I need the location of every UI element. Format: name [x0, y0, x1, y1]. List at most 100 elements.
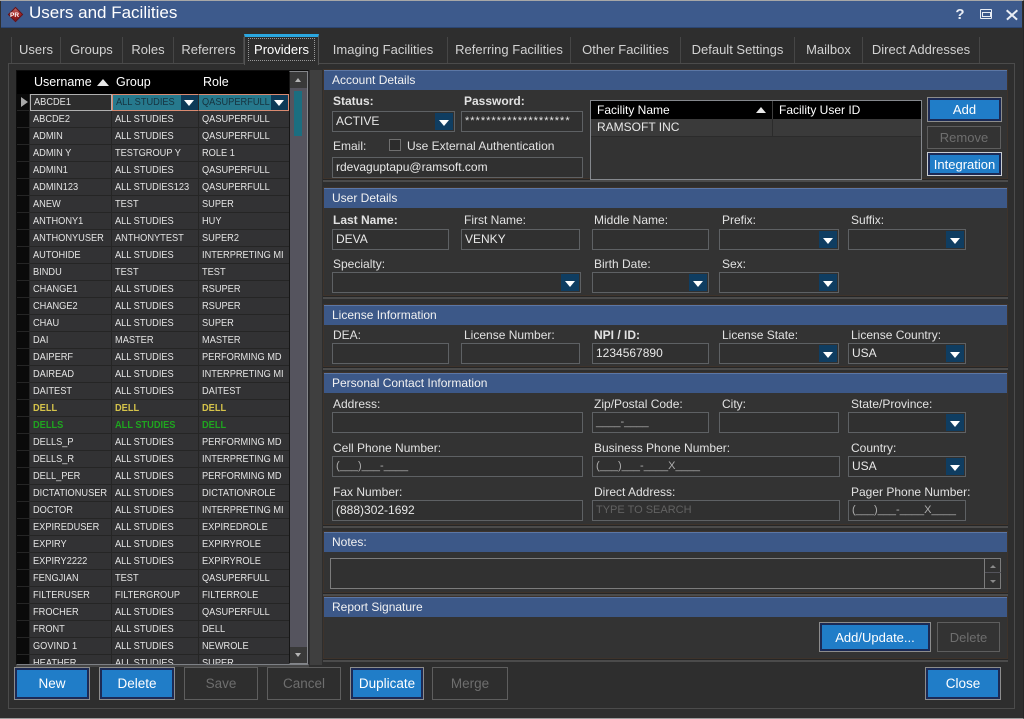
cell-username[interactable]: DICTATIONUSER [30, 485, 112, 502]
notes-scrollbar[interactable] [984, 559, 1000, 588]
cell-role[interactable]: INTERPRETING MI [199, 247, 289, 264]
table-row[interactable]: FRONT ALL STUDIES DELL [17, 621, 289, 638]
cell-role[interactable]: PERFORMING MD [199, 434, 289, 451]
city-field[interactable] [719, 412, 839, 433]
table-row[interactable]: ABCDE2 ALL STUDIES QASUPERFULL [17, 111, 289, 128]
new-button[interactable]: New [14, 667, 90, 700]
table-row[interactable]: DELLS_P ALL STUDIES PERFORMING MD [17, 434, 289, 451]
cell-username[interactable]: FENGJIAN [30, 570, 112, 587]
cell-role[interactable]: DELL [199, 400, 289, 417]
cell-role[interactable]: QASUPERFULL [199, 94, 289, 111]
license-country-combobox[interactable]: USA [848, 343, 966, 364]
direct-address-field[interactable]: TYPE TO SEARCH [592, 500, 840, 521]
cell-username[interactable]: GOVIND 1 [30, 638, 112, 655]
cell-group[interactable]: ALL STUDIES [112, 315, 199, 332]
column-header-username[interactable]: Username [30, 71, 112, 94]
cell-username[interactable]: FROCHER [30, 604, 112, 621]
add-facility-button[interactable]: Add [927, 97, 1002, 122]
cell-username[interactable]: AUTOHIDE [30, 247, 112, 264]
cell-username[interactable]: EXPIRY [30, 536, 112, 553]
specialty-combo-arrow-icon[interactable] [561, 274, 579, 291]
cell-group[interactable]: ALL STUDIES [112, 519, 199, 536]
table-row[interactable]: DELL DELL DELL [17, 400, 289, 417]
last-name-field[interactable]: DEVA [332, 229, 449, 250]
status-combobox[interactable]: ACTIVE [332, 111, 455, 132]
table-row[interactable]: DAI MASTER MASTER [17, 332, 289, 349]
duplicate-button[interactable]: Duplicate [350, 667, 424, 700]
cell-role[interactable]: RSUPER [199, 298, 289, 315]
close-button[interactable]: Close [925, 667, 1001, 700]
cell-role[interactable]: SUPER [199, 655, 289, 665]
role-combo-arrow-icon[interactable] [271, 95, 288, 110]
license-state-combobox[interactable] [719, 343, 839, 364]
suffix-combo-arrow-icon[interactable] [946, 231, 964, 248]
table-row[interactable]: CHANGE2 ALL STUDIES RSUPER [17, 298, 289, 315]
cell-group[interactable]: ALL STUDIES [112, 655, 199, 665]
cell-role[interactable]: QASUPERFULL [199, 570, 289, 587]
table-row[interactable]: ANEW TEST SUPER [17, 196, 289, 213]
cell-group[interactable]: ALL STUDIES123 [112, 179, 199, 196]
table-row[interactable]: ADMIN ALL STUDIES QASUPERFULL [17, 128, 289, 145]
cell-role[interactable]: DELL [199, 417, 289, 434]
cell-group[interactable]: TESTGROUP Y [112, 145, 199, 162]
facility-user-id-column-header[interactable]: Facility User ID [772, 101, 921, 119]
cell-group[interactable]: ALL STUDIES [112, 281, 199, 298]
suffix-combobox[interactable] [848, 229, 966, 250]
table-row[interactable]: ADMIN1 ALL STUDIES QASUPERFULL [17, 162, 289, 179]
scrollbar-down-button[interactable] [290, 647, 307, 663]
cell-phone-field[interactable]: (___)___-____ [332, 456, 583, 477]
cell-group[interactable]: TEST [112, 196, 199, 213]
tab-other-facilities[interactable]: Other Facilities [571, 37, 681, 63]
cell-username[interactable]: ANTHONYUSER [30, 230, 112, 247]
cell-username[interactable]: DELLS_P [30, 434, 112, 451]
cell-role[interactable]: QASUPERFULL [199, 604, 289, 621]
delete-button[interactable]: Delete [99, 667, 175, 700]
cell-username[interactable]: CHANGE1 [30, 281, 112, 298]
table-row[interactable]: FILTERUSER FILTERGROUP FILTERROLE [17, 587, 289, 604]
table-row[interactable]: HEATHER ALL STUDIES SUPER [17, 655, 289, 665]
state-province-combo-arrow-icon[interactable] [946, 414, 964, 431]
tab-users[interactable]: Users [11, 37, 61, 63]
scrollbar-thumb[interactable] [294, 91, 302, 136]
status-combo-arrow-icon[interactable] [435, 113, 453, 130]
table-row[interactable]: ANTHONY1 ALL STUDIES HUY [17, 213, 289, 230]
birth-date-combobox[interactable] [592, 272, 709, 293]
cell-role[interactable]: PERFORMING MD [199, 349, 289, 366]
cell-role[interactable]: INTERPRETING MI [199, 366, 289, 383]
facility-user-id-cell[interactable] [772, 119, 921, 136]
tab-mailbox[interactable]: Mailbox [795, 37, 863, 63]
close-window-button[interactable] [999, 1, 1024, 27]
cell-role[interactable]: QASUPERFULL [199, 111, 289, 128]
fax-field[interactable]: (888)302-1692 [332, 500, 583, 521]
integration-button[interactable]: Integration [927, 152, 1002, 176]
external-auth-checkbox[interactable] [389, 139, 401, 151]
cell-username[interactable]: DAI [30, 332, 112, 349]
cell-group[interactable]: ALL STUDIES [112, 604, 199, 621]
cell-role[interactable]: INTERPRETING MI [199, 451, 289, 468]
middle-name-field[interactable] [592, 229, 709, 250]
cell-username[interactable]: EXPIRY2222 [30, 553, 112, 570]
cell-username[interactable]: DAITEST [30, 383, 112, 400]
dea-field[interactable] [332, 343, 449, 364]
cell-username[interactable]: DOCTOR [30, 502, 112, 519]
cancel-button[interactable]: Cancel [267, 667, 341, 700]
facility-name-cell[interactable]: RAMSOFT INC [591, 119, 772, 136]
cell-group[interactable]: ALL STUDIES [112, 417, 199, 434]
cell-role[interactable]: QASUPERFULL [199, 179, 289, 196]
cell-group[interactable]: ALL STUDIES [112, 349, 199, 366]
npi-field[interactable]: 1234567890 [592, 343, 709, 364]
prefix-combo-arrow-icon[interactable] [819, 231, 837, 248]
cell-role[interactable]: EXPIRYROLE [199, 553, 289, 570]
tab-referring-facilities[interactable]: Referring Facilities [448, 37, 571, 63]
cell-username[interactable]: BINDU [30, 264, 112, 281]
cell-group[interactable]: MASTER [112, 332, 199, 349]
cell-role[interactable]: QASUPERFULL [199, 128, 289, 145]
notes-textarea[interactable] [330, 558, 1001, 589]
table-row[interactable]: DICTATIONUSER ALL STUDIES DICTATIONROLE [17, 485, 289, 502]
country-combobox[interactable]: USA [848, 456, 966, 477]
table-row[interactable]: GOVIND 1 ALL STUDIES NEWROLE [17, 638, 289, 655]
facility-table-row[interactable]: RAMSOFT INC [591, 119, 921, 137]
cell-group[interactable]: ALL STUDIES [112, 485, 199, 502]
cell-username[interactable]: ADMIN Y [30, 145, 112, 162]
cell-role[interactable]: FILTERROLE [199, 587, 289, 604]
